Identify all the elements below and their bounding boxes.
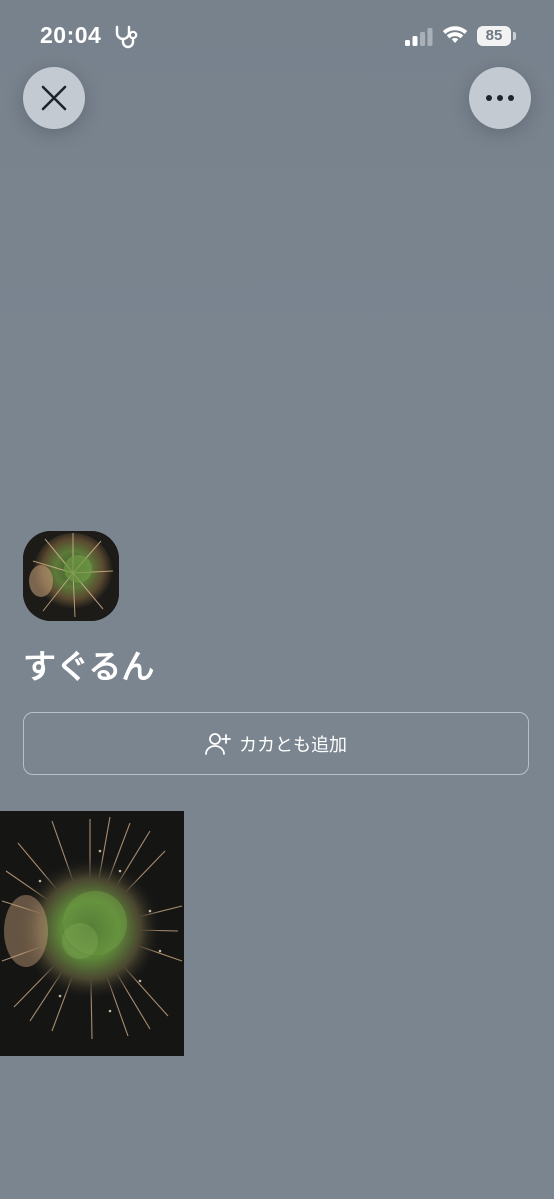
- signal-icon: [405, 28, 433, 46]
- add-friend-button[interactable]: カカとも追加: [23, 712, 529, 775]
- gallery-photo[interactable]: [0, 811, 184, 1056]
- more-options-button[interactable]: [469, 67, 531, 129]
- status-time: 20:04: [40, 22, 102, 48]
- fireworks-avatar-image: [23, 531, 119, 621]
- fireworks-photo-image: [0, 811, 184, 1056]
- stethoscope-icon: [115, 25, 138, 49]
- profile-screen: 20:04 85 すぐるん カカとも追加: [0, 0, 554, 1199]
- more-icon: [486, 95, 514, 101]
- profile-avatar[interactable]: [23, 531, 119, 621]
- battery-indicator: 85: [477, 26, 511, 46]
- close-button[interactable]: [23, 67, 85, 129]
- add-user-icon: [205, 732, 231, 755]
- battery-tip: [513, 32, 516, 40]
- profile-name: すぐるん: [23, 647, 155, 686]
- add-friend-label: カカとも追加: [239, 734, 347, 756]
- wifi-icon: [442, 26, 468, 43]
- close-icon: [41, 85, 67, 111]
- status-bar: 20:04 85: [0, 0, 554, 70]
